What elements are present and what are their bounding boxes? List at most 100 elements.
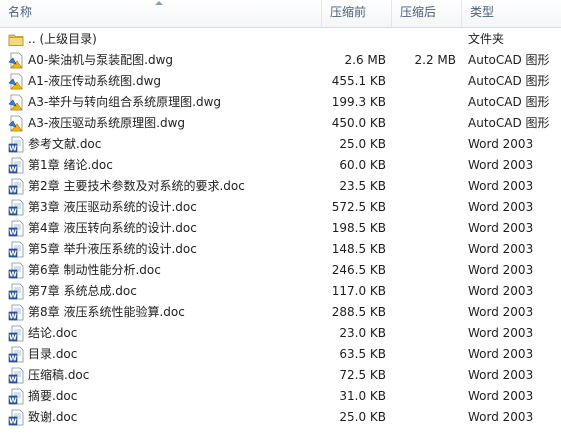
file-row[interactable]: A3-液压驱动系统原理图.dwg 450.0 KB AutoCAD 图形 xyxy=(0,113,561,134)
file-size-compressed: 572.5 KB xyxy=(331,200,386,214)
file-name: 参考文献.doc xyxy=(28,137,102,151)
word-doc-icon: W xyxy=(8,262,25,279)
svg-text:W: W xyxy=(9,397,17,405)
file-name: 第5章 举升液压系统的设计.doc xyxy=(28,242,197,256)
file-size-original xyxy=(392,281,456,302)
file-row[interactable]: W 第1章 绪论.doc 60.0 KB Word 2003 xyxy=(0,155,561,176)
file-row[interactable]: W 致谢.doc 25.0 KB Word 2003 xyxy=(0,407,561,428)
file-type: 文件夹 xyxy=(468,32,505,46)
folder-icon xyxy=(8,31,25,48)
word-doc-icon: W xyxy=(8,157,25,174)
file-size-compressed: 450.0 KB xyxy=(331,116,386,130)
file-type: Word 2003 xyxy=(468,263,534,277)
file-name: 第1章 绪论.doc xyxy=(28,158,113,172)
svg-text:W: W xyxy=(9,271,17,279)
file-type: AutoCAD 图形 xyxy=(468,95,550,109)
svg-text:W: W xyxy=(9,418,17,426)
svg-text:W: W xyxy=(9,250,17,258)
file-size-compressed: 25.0 KB xyxy=(339,137,386,151)
file-type: Word 2003 xyxy=(468,137,534,151)
svg-text:W: W xyxy=(9,292,17,300)
file-row[interactable]: W 第6章 制动性能分析.doc 246.5 KB Word 2003 xyxy=(0,260,561,281)
column-header-type[interactable]: 类型 xyxy=(462,0,561,27)
file-size-original xyxy=(392,260,456,281)
file-size-original xyxy=(392,218,456,239)
file-size-original xyxy=(392,134,456,155)
file-type: Word 2003 xyxy=(468,305,534,319)
file-row[interactable]: W 第5章 举升液压系统的设计.doc 148.5 KB Word 2003 xyxy=(0,239,561,260)
file-name: 第3章 液压驱动系统的设计.doc xyxy=(28,200,197,214)
file-row[interactable]: A0-柴油机与泵装配图.dwg 2.6 MB 2.2 MB AutoCAD 图形 xyxy=(0,50,561,71)
file-size-compressed: 63.5 KB xyxy=(339,347,386,361)
file-type: Word 2003 xyxy=(468,158,534,172)
file-name: A3-液压驱动系统原理图.dwg xyxy=(28,116,186,130)
word-doc-icon: W xyxy=(8,409,25,426)
file-size-compressed: 23.0 KB xyxy=(339,326,386,340)
word-doc-icon: W xyxy=(8,199,25,216)
file-row[interactable]: W 参考文献.doc 25.0 KB Word 2003 xyxy=(0,134,561,155)
file-size-original xyxy=(392,71,456,92)
column-header-name-label: 名称 xyxy=(8,5,33,19)
file-size-compressed: 117.0 KB xyxy=(331,284,386,298)
file-size-compressed: 199.3 KB xyxy=(331,95,386,109)
file-size-original xyxy=(392,386,456,407)
column-header-original-label: 压缩后 xyxy=(400,5,437,19)
file-name: 致谢.doc xyxy=(28,410,78,424)
file-row[interactable]: A3-举升与转向组合系统原理图.dwg 199.3 KB AutoCAD 图形 xyxy=(0,92,561,113)
svg-text:W: W xyxy=(9,145,17,153)
svg-text:W: W xyxy=(9,166,17,174)
file-size-compressed: 148.5 KB xyxy=(331,242,386,256)
file-size-original xyxy=(392,113,456,134)
file-type: AutoCAD 图形 xyxy=(468,116,550,130)
column-header-bar: 名称 压缩前 压缩后 类型 xyxy=(0,0,561,28)
word-doc-icon: W xyxy=(8,367,25,384)
column-header-compressed[interactable]: 压缩前 xyxy=(322,0,392,27)
file-row[interactable]: W 第8章 液压系统性能验算.doc 288.5 KB Word 2003 xyxy=(0,302,561,323)
column-header-name[interactable]: 名称 xyxy=(0,0,322,27)
file-row[interactable]: W 第2章 主要技术参数及对系统的要求.doc 23.5 KB Word 2003 xyxy=(0,176,561,197)
svg-text:W: W xyxy=(9,229,17,237)
dwg-file-icon xyxy=(8,115,25,132)
file-size-compressed xyxy=(322,29,386,50)
file-row[interactable]: W 第4章 液压转向系统的设计.doc 198.5 KB Word 2003 xyxy=(0,218,561,239)
file-row[interactable]: W 压缩稿.doc 72.5 KB Word 2003 xyxy=(0,365,561,386)
file-row[interactable]: W 结论.doc 23.0 KB Word 2003 xyxy=(0,323,561,344)
file-row[interactable]: W 摘要.doc 31.0 KB Word 2003 xyxy=(0,386,561,407)
svg-text:W: W xyxy=(9,313,17,321)
svg-text:W: W xyxy=(9,355,17,363)
file-name: 结论.doc xyxy=(28,326,78,340)
file-type: AutoCAD 图形 xyxy=(468,74,550,88)
file-size-compressed: 198.5 KB xyxy=(331,221,386,235)
file-type: Word 2003 xyxy=(468,200,534,214)
word-doc-icon: W xyxy=(8,388,25,405)
file-row[interactable]: W 第3章 液压驱动系统的设计.doc 572.5 KB Word 2003 xyxy=(0,197,561,218)
file-size-compressed: 72.5 KB xyxy=(339,368,386,382)
word-doc-icon: W xyxy=(8,283,25,300)
file-name: 摘要.doc xyxy=(28,389,78,403)
word-doc-icon: W xyxy=(8,136,25,153)
dwg-file-icon xyxy=(8,52,25,69)
file-type: Word 2003 xyxy=(468,368,534,382)
file-size-original xyxy=(392,155,456,176)
column-header-original[interactable]: 压缩后 xyxy=(392,0,462,27)
file-name: 目录.doc xyxy=(28,347,78,361)
file-type: Word 2003 xyxy=(468,179,534,193)
file-size-compressed: 246.5 KB xyxy=(331,263,386,277)
word-doc-icon: W xyxy=(8,304,25,321)
word-doc-icon: W xyxy=(8,241,25,258)
file-size-compressed: 2.6 MB xyxy=(344,53,386,67)
file-name: A3-举升与转向组合系统原理图.dwg xyxy=(28,95,222,109)
file-name: 第4章 液压转向系统的设计.doc xyxy=(28,221,197,235)
file-row[interactable]: W 第7章 系统总成.doc 117.0 KB Word 2003 xyxy=(0,281,561,302)
file-name: 第7章 系统总成.doc xyxy=(28,284,137,298)
column-header-type-label: 类型 xyxy=(470,5,495,19)
file-size-original xyxy=(392,344,456,365)
svg-text:W: W xyxy=(9,334,17,342)
file-row[interactable]: A1-液压传动系统图.dwg 455.1 KB AutoCAD 图形 xyxy=(0,71,561,92)
word-doc-icon: W xyxy=(8,178,25,195)
file-row[interactable]: W 目录.doc 63.5 KB Word 2003 xyxy=(0,344,561,365)
file-row[interactable]: .. (上级目录) 文件夹 xyxy=(0,29,561,50)
file-name: 第2章 主要技术参数及对系统的要求.doc xyxy=(28,179,245,193)
file-size-original xyxy=(392,197,456,218)
sort-arrow-icon xyxy=(155,1,163,5)
